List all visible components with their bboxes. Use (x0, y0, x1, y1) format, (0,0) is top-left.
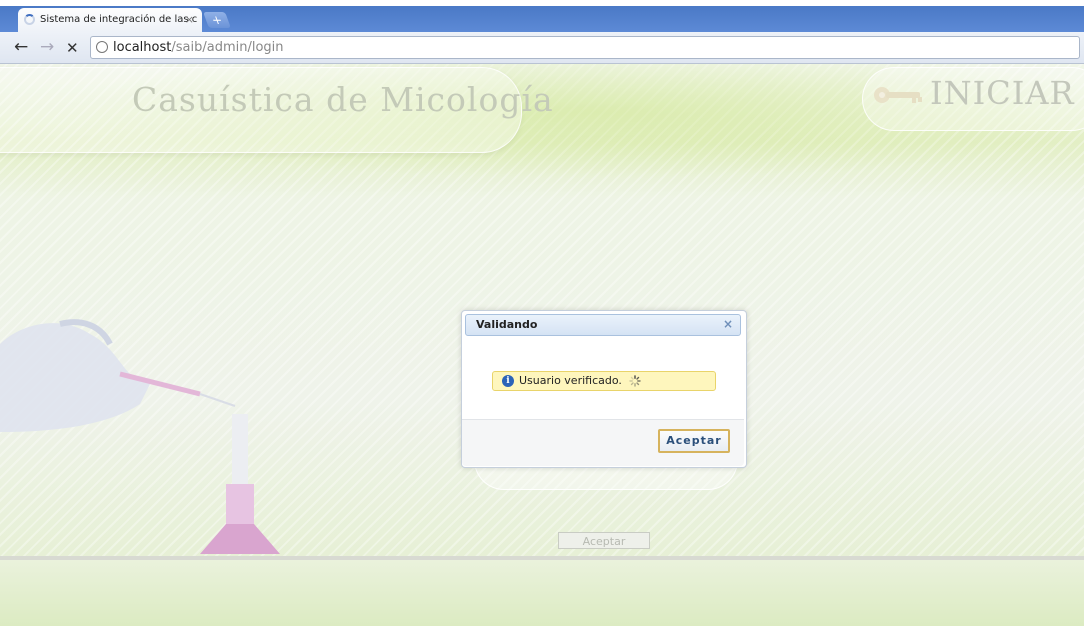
iniciar-label[interactable]: INICIAR (930, 74, 1075, 112)
dialog-footer: Aceptar (462, 419, 744, 466)
dialog-body: i Usuario verificado. (462, 341, 744, 419)
background-accept-button[interactable]: Aceptar (558, 532, 650, 549)
site-title: Casuística de Micología (132, 80, 554, 119)
forward-button[interactable]: → (40, 37, 54, 57)
back-button[interactable]: ← (14, 37, 28, 57)
bottle-image (200, 414, 280, 554)
loader-icon (629, 375, 642, 387)
validation-dialog: Validando × i Usuario verificado. Acepta… (461, 310, 747, 468)
footer-band (0, 560, 1084, 626)
status-notice: i Usuario verificado. (492, 371, 716, 391)
browser-tab-bar: Sistema de integración de las c × + (0, 0, 1084, 32)
dialog-header[interactable]: Validando × (465, 314, 741, 336)
dialog-title: Validando (476, 318, 538, 331)
url-host: localhost (113, 40, 172, 55)
url-path: /saib/admin/login (171, 40, 284, 55)
browser-tab[interactable]: Sistema de integración de las c × (18, 8, 202, 32)
spinner-icon (24, 14, 35, 25)
key-icon (874, 87, 922, 103)
close-icon[interactable]: × (723, 317, 733, 331)
globe-icon (96, 41, 108, 53)
accept-button[interactable]: Aceptar (658, 429, 730, 453)
status-message: Usuario verificado. (519, 374, 622, 387)
tab-title: Sistema de integración de las c (40, 14, 198, 25)
new-tab-button[interactable]: + (203, 12, 231, 28)
tab-close-icon[interactable]: × (185, 8, 194, 32)
info-icon: i (502, 375, 514, 387)
stop-button[interactable]: ✕ (66, 39, 79, 57)
browser-toolbar: ← → ✕ localhost/saib/admin/login (0, 32, 1084, 64)
address-bar[interactable]: localhost/saib/admin/login (90, 36, 1080, 59)
